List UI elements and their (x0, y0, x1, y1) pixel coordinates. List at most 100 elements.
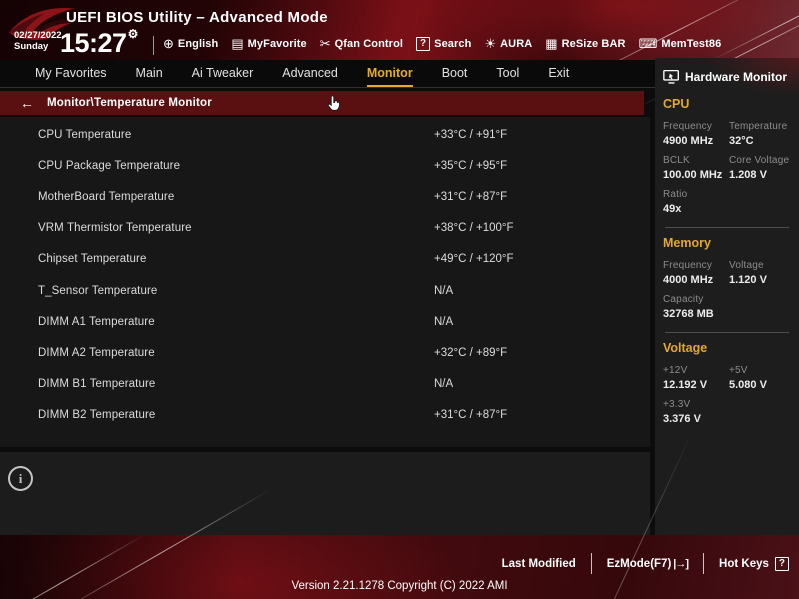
tab-exit[interactable]: Exit (548, 60, 569, 87)
quickbar-item-label: Qfan Control (334, 38, 404, 50)
section-title-cpu: CPU (663, 97, 690, 111)
section-divider (665, 227, 789, 228)
ezmode-exit-icon: |→] (673, 557, 689, 570)
temperature-row[interactable]: Chipset Temperature +49°C / +120°F (0, 244, 650, 275)
last-modified-button[interactable]: Last Modified (502, 558, 576, 570)
temperature-row-value: N/A (434, 284, 454, 297)
field-label: Frequency (663, 121, 713, 132)
section-title-memory: Memory (663, 236, 711, 250)
quickbar-item[interactable]: ? Search (416, 37, 471, 51)
tab-main[interactable]: Main (136, 60, 163, 87)
help-info-panel: i (0, 452, 650, 535)
memtest-icon: ⌨ (638, 36, 658, 51)
quickbar-item[interactable]: ▤ MyFavorite (231, 37, 306, 51)
temperature-monitor-list: CPU Temperature +33°C / +91°F CPU Packag… (0, 117, 650, 447)
hardware-monitor-sidebar: Hardware Monitor CPU Frequency 4900 MHz T… (655, 58, 799, 535)
footer-banner: Last Modified EzMode(F7) |→] Hot Keys? Ve… (0, 429, 799, 599)
field-label: +3.3V (663, 399, 691, 410)
hw-field: Temperature 32°C (729, 121, 791, 147)
temperature-row-label: CPU Temperature (38, 128, 132, 141)
hw-field: +12V 12.192 V (663, 365, 729, 391)
temperature-row-label: Chipset Temperature (38, 253, 147, 266)
qfan-icon: ✂ (319, 36, 331, 51)
ezmode-button[interactable]: EzMode(F7) |→] (606, 557, 689, 570)
quickbar-item[interactable]: ✂ Qfan Control (320, 37, 403, 51)
temperature-row[interactable]: DIMM A1 Temperature N/A (0, 306, 650, 337)
field-label: +12V (663, 365, 688, 376)
temperature-row-value: +31°C / +87°F (434, 409, 508, 422)
back-arrow-icon[interactable]: ← (20, 96, 34, 110)
footer-actions: Last Modified EzMode(F7) |→] Hot Keys? (502, 553, 789, 574)
field-value: 5.080 V (729, 379, 767, 391)
tab-my-favorites[interactable]: My Favorites (35, 60, 107, 87)
quickbar-item[interactable]: ⌨ MemTest86 (639, 37, 722, 51)
decorative-streak (709, 0, 799, 62)
tab-ai-tweaker[interactable]: Ai Tweaker (192, 60, 254, 87)
breadcrumb[interactable]: ← Monitor\Temperature Monitor (0, 91, 644, 115)
hw-field: +5V 5.080 V (729, 365, 791, 391)
header-banner: UEFI BIOS Utility – Advanced Mode 02/27/… (0, 0, 799, 110)
memory-fields: Frequency 4000 MHz Voltage 1.120 V Capacit… (663, 260, 791, 320)
tab-boot[interactable]: Boot (442, 60, 468, 87)
monitor-icon (663, 69, 679, 84)
temperature-row-value: +38°C / +100°F (434, 222, 514, 235)
hardware-monitor-header: Hardware Monitor (663, 69, 791, 85)
footer-separator (703, 553, 705, 574)
field-value: 4900 MHz (663, 135, 714, 147)
temperature-row[interactable]: CPU Package Temperature +35°C / +95°F (0, 150, 650, 181)
tab-tool[interactable]: Tool (496, 60, 519, 87)
time-value: 15:27 (60, 28, 127, 58)
field-value: 32768 MB (663, 308, 714, 320)
temperature-row-value: +32°C / +89°F (434, 346, 508, 359)
hw-field: Frequency 4900 MHz (663, 121, 729, 147)
field-value: 32°C (729, 135, 754, 147)
quickbar-item[interactable]: ☀ AURA (484, 37, 532, 51)
date-label: 02/27/2022 Sunday (14, 30, 62, 53)
ezmode-label: EzMode(F7) (606, 557, 672, 570)
field-value: 49x (663, 203, 682, 215)
app-title: UEFI BIOS Utility – Advanced Mode (66, 9, 328, 26)
field-value: 3.376 V (663, 413, 701, 425)
temperature-row-value: +35°C / +95°F (434, 159, 508, 172)
temperature-row-label: VRM Thermistor Temperature (38, 222, 192, 235)
tab-advanced[interactable]: Advanced (282, 60, 338, 87)
quickbar-item-label: AURA (500, 38, 533, 50)
temperature-row-label: DIMM B1 Temperature (38, 378, 156, 391)
temperature-row-value: N/A (434, 315, 454, 328)
temperature-row-value: N/A (434, 378, 454, 391)
quick-access-bar: ⊕ English ▤ MyFavorite ✂ Qfan Control ? … (163, 31, 721, 57)
tab-monitor[interactable]: Monitor (366, 60, 413, 87)
resize-bar-icon: ▦ (545, 36, 558, 51)
hw-field: Capacity 32768 MB (663, 294, 729, 320)
temperature-row-label: T_Sensor Temperature (38, 284, 158, 297)
clock: 02/27/2022 Sunday 15:27⚙ (14, 27, 138, 58)
hw-field: Ratio 49x (663, 189, 729, 215)
temperature-row-label: MotherBoard Temperature (38, 190, 175, 203)
aura-icon: ☀ (484, 36, 497, 51)
quickbar-item-label: MemTest86 (661, 38, 722, 50)
quickbar-item[interactable]: ⊕ English (163, 37, 218, 51)
hw-field: Voltage 1.120 V (729, 260, 791, 286)
temperature-row[interactable]: MotherBoard Temperature +31°C / +87°F (0, 181, 650, 212)
temperature-row[interactable]: DIMM B2 Temperature +31°C / +87°F (0, 400, 650, 431)
hardware-monitor-title: Hardware Monitor (685, 70, 788, 84)
temperature-row[interactable]: DIMM A2 Temperature +32°C / +89°F (0, 337, 650, 368)
temperature-row[interactable]: CPU Temperature +33°C / +91°F (0, 119, 650, 150)
main-menu-bar: My Favorites Main Ai Tweaker Advanced Monito… (0, 60, 655, 88)
hw-field: Frequency 4000 MHz (663, 260, 729, 286)
field-label: BCLK (663, 155, 690, 166)
hot-keys-button[interactable]: Hot Keys? (719, 556, 789, 571)
field-value: 100.00 MHz (663, 169, 723, 181)
temperature-row[interactable]: DIMM B1 Temperature N/A (0, 369, 650, 400)
temperature-row-label: DIMM B2 Temperature (38, 409, 156, 422)
my-favorite-icon: ▤ (231, 36, 244, 51)
temperature-row[interactable]: VRM Thermistor Temperature +38°C / +100°… (0, 213, 650, 244)
question-box-icon: ? (416, 37, 431, 51)
temperature-row[interactable]: T_Sensor Temperature N/A (0, 275, 650, 306)
time-settings-gear-icon[interactable]: ⚙ (128, 27, 139, 41)
quickbar-item[interactable]: ▦ ReSize BAR (545, 37, 625, 51)
field-value: 1.120 V (729, 274, 767, 286)
last-modified-label: Last Modified (501, 557, 576, 570)
version-text: Version 2.21.1278 Copyright (C) 2022 AMI (291, 580, 508, 592)
hw-field: BCLK 100.00 MHz (663, 155, 729, 181)
